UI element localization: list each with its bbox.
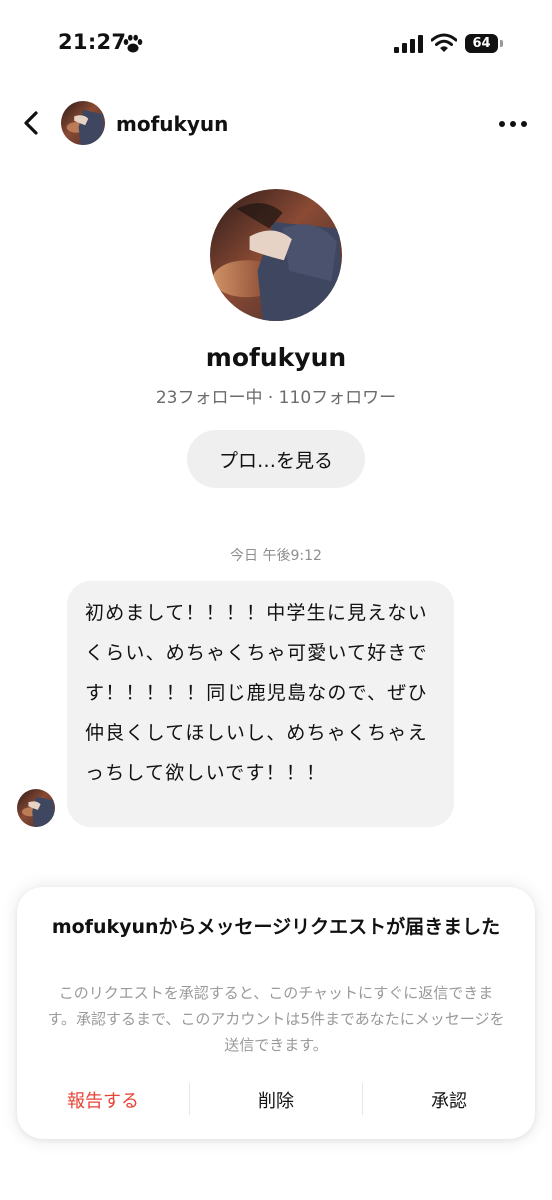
header-username[interactable]: mofukyun (116, 112, 228, 136)
battery-level: 64 (472, 36, 491, 51)
sender-avatar[interactable] (17, 789, 55, 827)
action-divider (189, 1083, 190, 1115)
profile-name: mofukyun (205, 343, 347, 372)
message-request-card: mofukyunからメッセージリクエストが届きました このリクエストを承認すると… (17, 887, 535, 1139)
header-avatar[interactable] (61, 101, 105, 145)
message-bubble[interactable]: 初めまして！！！！中学生に見えないくらい、めちゃくちゃ可愛いて好きです！！！！！… (67, 581, 454, 827)
battery-cap (500, 40, 503, 47)
view-profile-button[interactable]: プロ…を見る (187, 430, 365, 488)
status-time: 21:27 (58, 30, 127, 54)
accept-button[interactable]: 承認 (383, 1080, 515, 1120)
status-bar: 21:27 64 (0, 0, 552, 90)
back-arrow-icon[interactable] (14, 106, 48, 140)
message-timestamp: 今日 午後9:12 (230, 548, 322, 564)
avatar-photo (210, 189, 342, 321)
signal-icon (394, 35, 423, 53)
avatar-photo (61, 101, 105, 145)
delete-button[interactable]: 削除 (210, 1080, 342, 1120)
request-description: このリクエストを承認すると、このチャットにすぐに返信できます。承認するまで、この… (47, 984, 505, 1054)
profile-stats: 23フォロー中 · 110フォロワー (155, 388, 397, 408)
action-divider (362, 1083, 363, 1115)
report-button[interactable]: 報告する (37, 1080, 169, 1120)
wifi-icon (431, 33, 457, 52)
request-title: mofukyunからメッセージリクエストが届きました (51, 916, 501, 938)
avatar-photo (17, 789, 55, 827)
more-dots-icon[interactable] (496, 110, 530, 138)
profile-avatar[interactable] (210, 189, 342, 321)
battery-icon: 64 (465, 34, 498, 53)
chat-header: mofukyun (0, 90, 552, 160)
paw-icon (123, 34, 143, 53)
